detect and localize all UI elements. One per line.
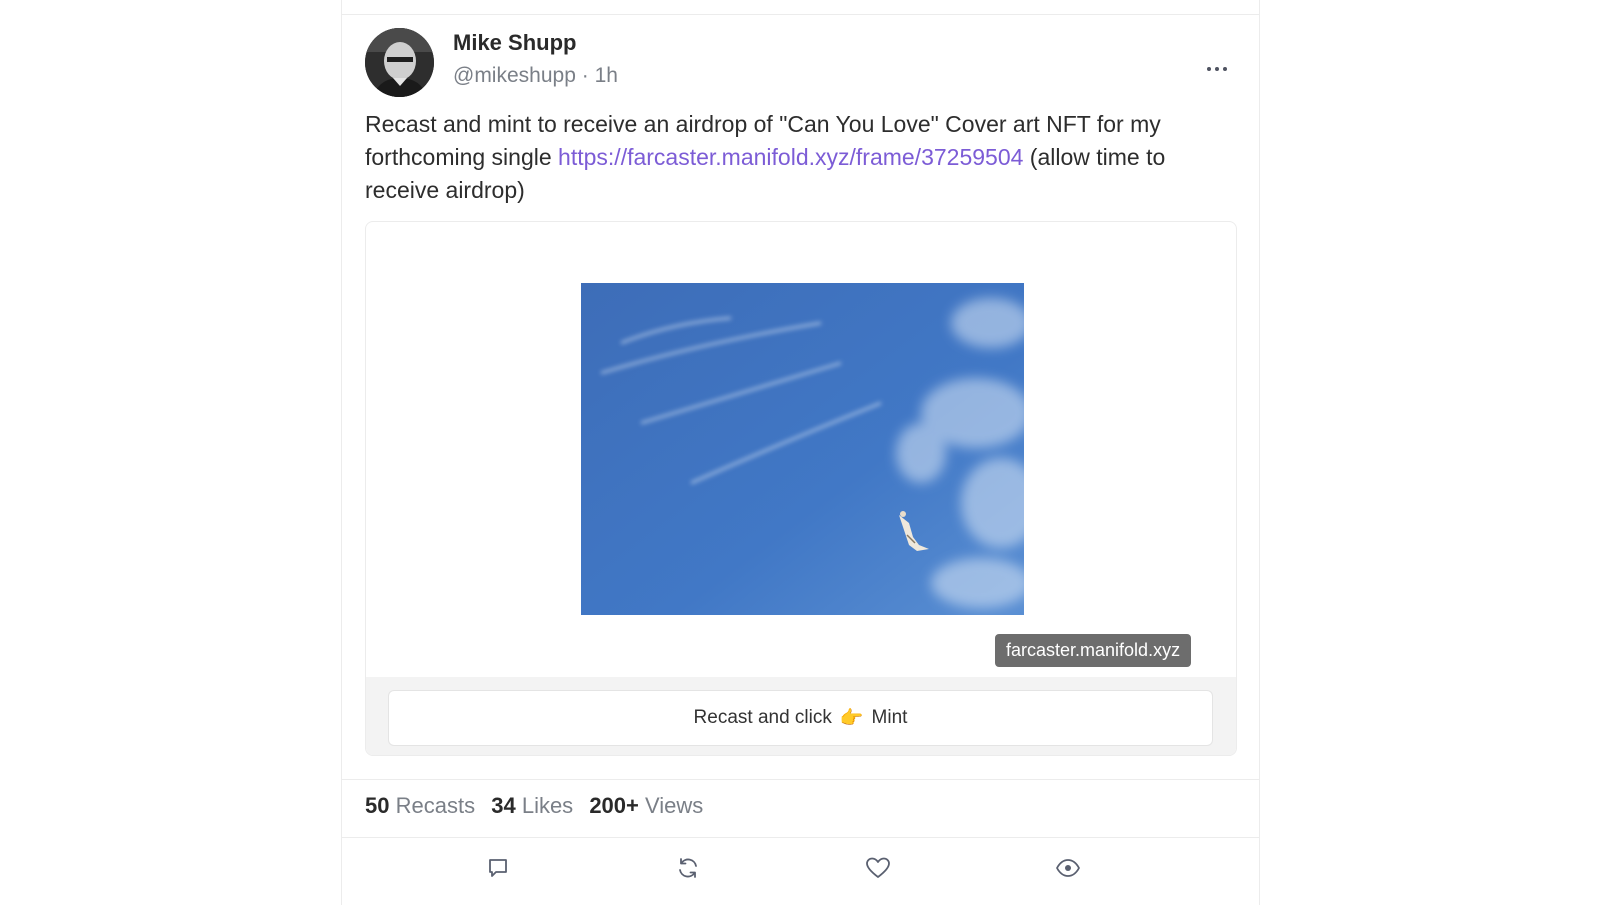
frame-button-action: Mint <box>871 707 908 728</box>
recasts-count: 50 <box>365 793 390 818</box>
recasts-label: Recasts <box>395 793 476 818</box>
frame-domain-badge: farcaster.manifold.xyz <box>995 634 1192 667</box>
views-button[interactable] <box>1048 848 1088 888</box>
recast-button[interactable] <box>668 848 708 888</box>
meta-separator: · <box>581 64 589 87</box>
post-time[interactable]: 1h <box>595 64 618 87</box>
post-link[interactable]: https://farcaster.manifold.xyz/frame/372… <box>558 144 1023 170</box>
views-count: 200+ <box>589 793 639 818</box>
post-body: Recast and mint to receive an airdrop of… <box>365 108 1235 207</box>
like-button[interactable] <box>858 848 898 888</box>
frame-button-label: Recast and click <box>693 707 832 728</box>
post-actions <box>342 838 1259 902</box>
recasts-stat[interactable]: 50 Recasts <box>365 793 475 818</box>
author-meta: @mikeshupp · 1h <box>453 64 618 88</box>
likes-stat[interactable]: 34 Likes <box>491 793 573 818</box>
author-name[interactable]: Mike Shupp <box>453 30 576 56</box>
frame-actions-bar: Recast and click 👉 Mint <box>366 677 1236 755</box>
divider <box>342 14 1259 15</box>
post-stats: 50 Recasts 34 Likes 200+ Views <box>365 793 713 819</box>
more-dots-icon <box>1215 67 1219 71</box>
avatar[interactable] <box>365 28 434 97</box>
views-stat[interactable]: 200+ Views <box>589 793 703 818</box>
pointing-hand-icon: 👉 <box>839 708 864 729</box>
more-dots-icon <box>1223 67 1227 71</box>
heart-icon <box>866 857 890 878</box>
likes-count: 34 <box>491 793 516 818</box>
author-handle[interactable]: @mikeshupp <box>453 64 576 87</box>
frame-card: farcaster.manifold.xyz Recast and click … <box>365 221 1237 756</box>
post-column: Mike Shupp @mikeshupp · 1h Recast and mi… <box>341 0 1260 905</box>
likes-label: Likes <box>521 793 574 818</box>
frame-image[interactable] <box>581 283 1024 615</box>
divider <box>342 779 1259 780</box>
frame-mint-button[interactable]: Recast and click 👉 Mint <box>388 690 1213 746</box>
eye-icon <box>1056 859 1080 877</box>
more-options-button[interactable] <box>1202 60 1232 78</box>
reply-button[interactable] <box>478 848 518 888</box>
comment-icon <box>489 859 507 877</box>
recast-icon <box>679 858 697 878</box>
views-label: Views <box>645 793 704 818</box>
more-dots-icon <box>1207 67 1211 71</box>
